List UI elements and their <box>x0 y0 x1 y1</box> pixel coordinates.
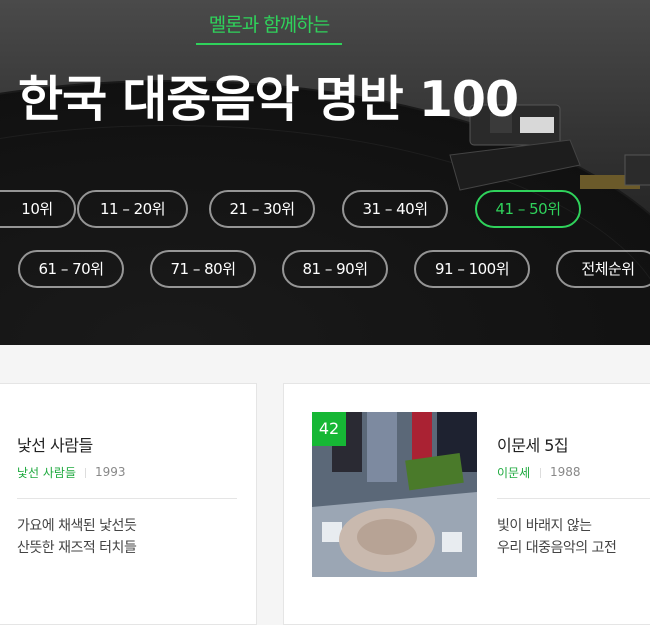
page-title: 한국 대중음악 명반 100 <box>18 71 519 128</box>
rank-tab-61-70[interactable]: 61 – 70위 <box>18 250 124 288</box>
rank-tab-91-100[interactable]: 91 – 100위 <box>414 250 530 288</box>
rank-tab-label: 31 – 40위 <box>362 200 428 218</box>
album-description: 가요에 채색된 낯선듯 산뜻한 재즈적 터치들 <box>17 515 137 559</box>
album-description-line: 가요에 채색된 낯선듯 <box>17 518 137 534</box>
divider <box>17 498 237 499</box>
album-year: 1993 <box>95 465 126 479</box>
rank-tab-label: 21 – 30위 <box>229 200 295 218</box>
album-description-line: 산뜻한 재즈적 터치들 <box>17 540 137 556</box>
album-title[interactable]: 이문세 5집 <box>497 432 569 456</box>
rank-tab-label: 10위 <box>21 200 53 218</box>
album-card[interactable] <box>0 383 257 625</box>
rank-tab-71-80[interactable]: 71 – 80위 <box>150 250 256 288</box>
rank-tab-all[interactable]: 전체순위 <box>556 250 650 288</box>
rank-badge: 42 <box>312 412 346 446</box>
rank-tab-label: 전체순위 <box>581 260 635 278</box>
album-description: 빛이 바래지 않는 우리 대중음악의 고전 <box>497 515 617 559</box>
rank-tab-31-40[interactable]: 31 – 40위 <box>342 190 448 228</box>
rank-tab-label: 61 – 70위 <box>38 260 104 278</box>
rank-tab-label: 81 – 90위 <box>302 260 368 278</box>
rank-tab-11-20[interactable]: 11 – 20위 <box>77 190 188 228</box>
hero-subtitle: 멜론과 함께하는 <box>196 10 342 45</box>
rank-tab-1-10[interactable]: 10위 <box>0 190 76 228</box>
album-artist[interactable]: 이문세 <box>497 464 530 481</box>
album-description-line: 빛이 바래지 않는 <box>497 518 592 534</box>
album-artist[interactable]: 낯선 사람들 <box>17 464 76 481</box>
hero-banner: 멜론과 함께하는 한국 대중음악 명반 100 10위 11 – 20위 21 … <box>0 0 650 345</box>
rank-tab-label: 91 – 100위 <box>434 260 510 278</box>
divider <box>540 468 541 478</box>
album-title[interactable]: 낯선 사람들 <box>17 432 93 456</box>
album-cover-image[interactable]: 42 <box>312 412 477 577</box>
album-year: 1988 <box>550 465 581 479</box>
rank-tab-label: 71 – 80위 <box>170 260 236 278</box>
album-description-line: 우리 대중음악의 고전 <box>497 540 617 556</box>
rank-tab-81-90[interactable]: 81 – 90위 <box>282 250 388 288</box>
rank-tab-label: 11 – 20위 <box>99 200 166 218</box>
rank-tab-41-50[interactable]: 41 – 50위 <box>475 190 581 228</box>
divider <box>85 468 86 478</box>
rank-tab-label: 41 – 50위 <box>495 200 561 218</box>
rank-tab-21-30[interactable]: 21 – 30위 <box>209 190 315 228</box>
divider <box>497 498 650 499</box>
